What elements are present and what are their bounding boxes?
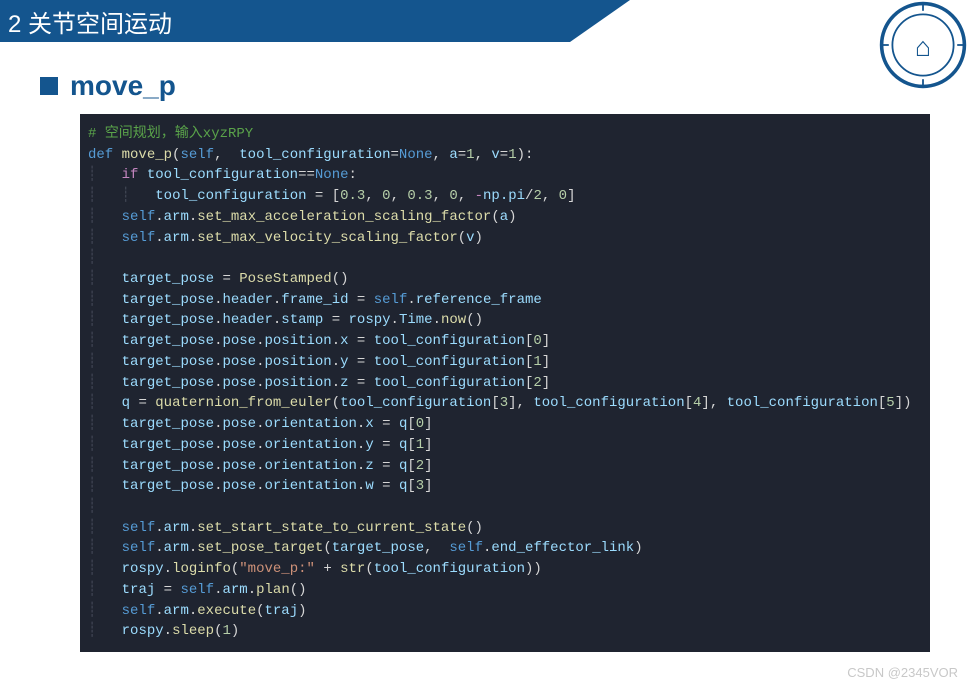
slide-header: 2 关节空间运动 [0, 0, 570, 42]
kw-def: def [88, 147, 113, 163]
section-heading: move_p [40, 70, 978, 102]
code-block: # 空间规划，输入xyzRPY def move_p(self, tool_co… [80, 114, 930, 652]
section-title-text: move_p [70, 70, 176, 102]
svg-text:⌂: ⌂ [915, 32, 931, 62]
fn-name: move_p [122, 147, 172, 163]
square-bullet-icon [40, 77, 58, 95]
slide-header-text: 2 关节空间运动 [8, 4, 172, 39]
university-logo: ⌂ [878, 0, 968, 90]
code-comment: # 空间规划，输入xyzRPY [88, 126, 253, 142]
watermark-text: CSDN @2345VOR [847, 665, 958, 680]
logo-icon: ⌂ [878, 0, 968, 90]
